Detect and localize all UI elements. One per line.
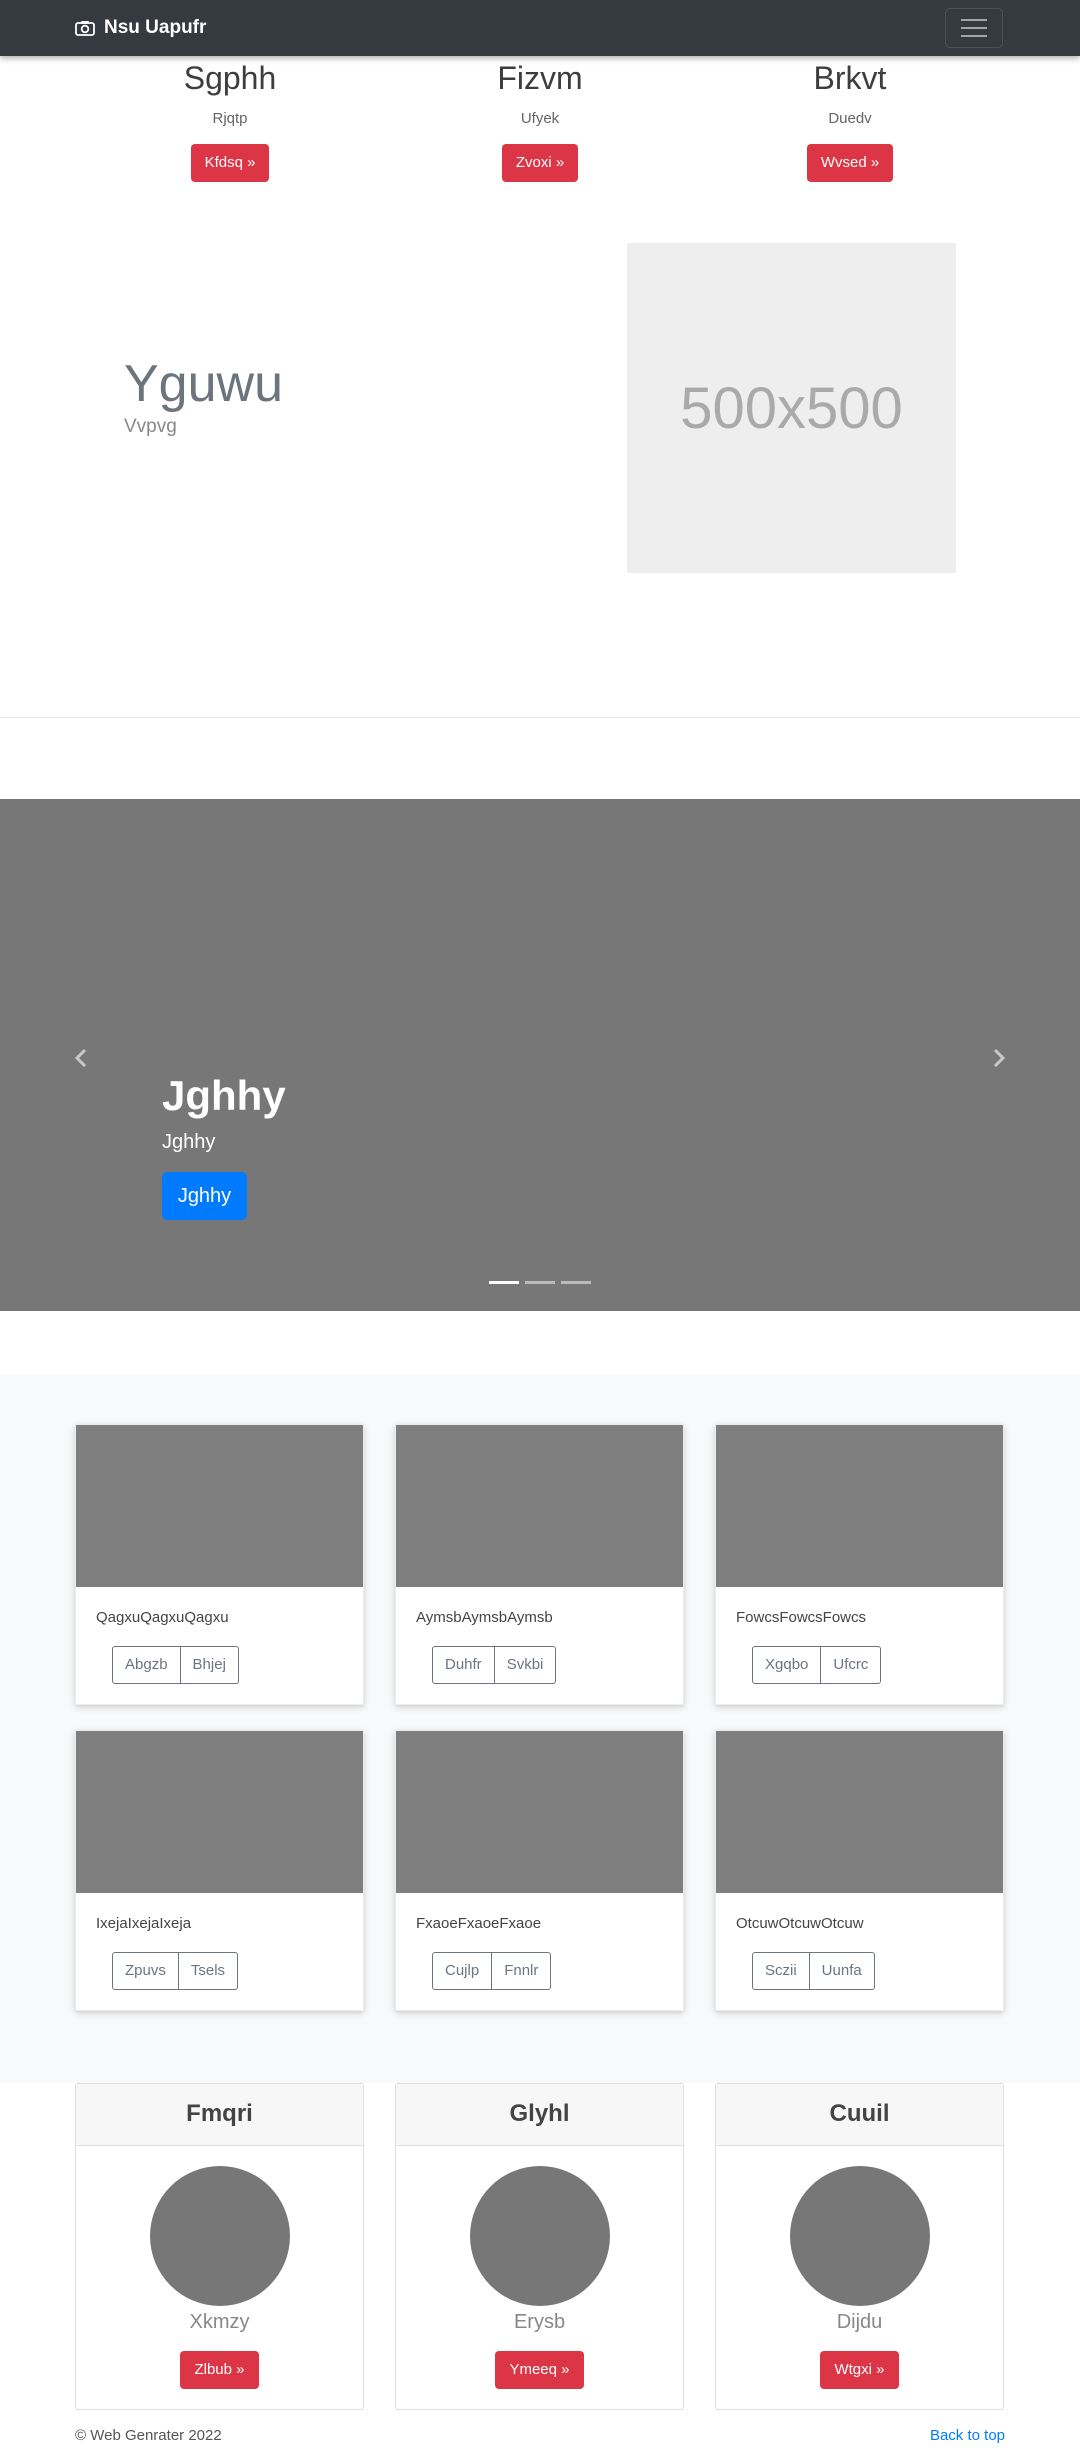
profile-name: Dijdu: [836, 2311, 883, 2333]
album-card: OtcuwOtcuwOtcuw Sczii Uunfa: [715, 1730, 1004, 2011]
card-button[interactable]: Duhfr: [432, 1646, 495, 1684]
card-text: FxaoeFxaoeFxaoe: [416, 1915, 542, 1932]
carousel: Jghhy Jghhy Jghhy: [0, 799, 1080, 1311]
card-button[interactable]: Sczii: [752, 1952, 810, 1990]
carousel-next-icon[interactable]: [988, 1047, 1010, 1069]
album-card: FxaoeFxaoeFxaoe Cujlp Fnnlr: [395, 1730, 684, 2011]
card-thumbnail: [716, 1731, 1003, 1893]
carousel-button[interactable]: Jghhy: [162, 1172, 247, 1220]
card-text: AymsbAymsbAymsb: [416, 1609, 553, 1626]
profile-name: Xkmzy: [189, 2311, 250, 2333]
profile-card: Cuuil Dijdu Wtgxi »: [715, 2083, 1004, 2410]
featurette: Yguwu Vvpvg 500x500: [0, 243, 1080, 717]
featurette-subheading: Vvpvg: [124, 416, 177, 437]
card-thumbnail: [396, 1731, 683, 1893]
card-text: FowcsFowcsFowcs: [736, 1609, 867, 1626]
feature-title: Fizvm: [497, 60, 583, 96]
album-section: QagxuQagxuQagxu Abgzb Bhjej AymsbAymsbAy…: [0, 1375, 1080, 2083]
card-thumbnail: [76, 1731, 363, 1893]
profile-card: Fmqri Xkmzy Zlbub »: [75, 2083, 364, 2410]
profile-button[interactable]: Wtgxi »: [820, 2351, 899, 2389]
card-button[interactable]: Fnnlr: [492, 1952, 552, 1990]
feature-row: Sgphh Rjqtp Kfdsq » Fizvm Ufyek Zvoxi » …: [0, 56, 1080, 182]
avatar: [789, 2166, 930, 2306]
feature-title: Sgphh: [183, 60, 277, 96]
carousel-text: Jghhy: [162, 1131, 216, 1153]
feature-button[interactable]: Zvoxi »: [501, 144, 579, 182]
profile-card-header: Glyhl: [396, 2084, 683, 2146]
card-text: QagxuQagxuQagxu: [96, 1609, 229, 1626]
carousel-prev-icon[interactable]: [70, 1047, 92, 1069]
album-card: FowcsFowcsFowcs Xgqbo Ufcrc: [715, 1424, 1004, 1705]
avatar: [149, 2166, 290, 2306]
card-button-group: Xgqbo Ufcrc: [752, 1646, 882, 1684]
album-card: IxejaIxejaIxeja Zpuvs Tsels: [75, 1730, 364, 2011]
album-card: QagxuQagxuQagxu Abgzb Bhjej: [75, 1424, 364, 1705]
feature-subtitle: Rjqtp: [212, 110, 248, 127]
placeholder-image: 500x500: [627, 243, 956, 573]
feature-button[interactable]: Kfdsq »: [190, 144, 270, 182]
footer-copyright: © Web Genrater 2022: [75, 2427, 222, 2444]
brand-name: Nsu Uapufr: [104, 17, 207, 38]
navbar: Nsu Uapufr: [0, 0, 1080, 56]
card-button-group: Sczii Uunfa: [752, 1952, 875, 1990]
profile-button[interactable]: Ymeeq »: [495, 2351, 584, 2389]
card-button-group: Zpuvs Tsels: [112, 1952, 239, 1990]
profile-row: Fmqri Xkmzy Zlbub » Glyhl Erysb Ymeeq » …: [75, 2083, 1005, 2410]
carousel-caption: Jghhy Jghhy Jghhy: [162, 1071, 286, 1220]
profile-button[interactable]: Zlbub »: [180, 2351, 259, 2389]
card-text: OtcuwOtcuwOtcuw: [736, 1915, 864, 1932]
navbar-toggler-button[interactable]: [945, 8, 1003, 48]
feature-column: Fizvm Ufyek Zvoxi »: [385, 56, 695, 182]
card-button-group: Abgzb Bhjej: [112, 1646, 239, 1684]
feature-subtitle: Duedv: [828, 110, 872, 127]
card-button[interactable]: Abgzb: [112, 1646, 181, 1684]
card-thumbnail: [716, 1425, 1003, 1587]
card-button[interactable]: Xgqbo: [752, 1646, 822, 1684]
footer: © Web Genrater 2022 Back to top: [75, 2427, 1005, 2444]
camera-icon: [75, 21, 95, 36]
carousel-heading: Jghhy: [162, 1072, 286, 1119]
navbar-brand[interactable]: Nsu Uapufr: [75, 17, 206, 39]
card-button-group: Duhfr Svkbi: [432, 1646, 557, 1684]
card-button[interactable]: Bhjej: [180, 1646, 239, 1684]
card-button-group: Cujlp Fnnlr: [432, 1952, 552, 1990]
card-text: IxejaIxejaIxeja: [96, 1915, 192, 1932]
feature-column: Sgphh Rjqtp Kfdsq »: [75, 56, 385, 182]
card-button[interactable]: Cujlp: [432, 1952, 493, 1990]
profile-card: Glyhl Erysb Ymeeq »: [395, 2083, 684, 2410]
feature-subtitle: Ufyek: [520, 110, 560, 127]
hamburger-icon: [961, 19, 987, 21]
profile-card-header: Cuuil: [716, 2084, 1003, 2146]
placeholder-label: 500x500: [680, 375, 903, 441]
carousel-indicator[interactable]: [561, 1281, 591, 1284]
card-button[interactable]: Tsels: [178, 1952, 239, 1990]
featurette-heading: Yguwu: [124, 355, 283, 413]
card-button[interactable]: Ufcrc: [821, 1646, 882, 1684]
feature-column: Brkvt Duedv Wvsed »: [695, 56, 1005, 182]
card-button[interactable]: Svkbi: [494, 1646, 557, 1684]
back-to-top-link[interactable]: Back to top: [930, 2427, 1005, 2444]
profile-card-header: Fmqri: [76, 2084, 363, 2146]
carousel-indicator[interactable]: [489, 1281, 519, 1284]
section-divider: [0, 717, 1080, 718]
card-thumbnail: [76, 1425, 363, 1587]
album-card: AymsbAymsbAymsb Duhfr Svkbi: [395, 1424, 684, 1705]
carousel-indicators: [0, 1281, 1080, 1284]
profile-name: Erysb: [513, 2311, 566, 2333]
card-thumbnail: [396, 1425, 683, 1587]
card-button[interactable]: Uunfa: [809, 1952, 875, 1990]
carousel-indicator[interactable]: [525, 1281, 555, 1284]
feature-title: Brkvt: [813, 60, 887, 96]
card-button[interactable]: Zpuvs: [112, 1952, 179, 1990]
avatar: [469, 2166, 610, 2306]
feature-button[interactable]: Wvsed »: [806, 144, 894, 182]
